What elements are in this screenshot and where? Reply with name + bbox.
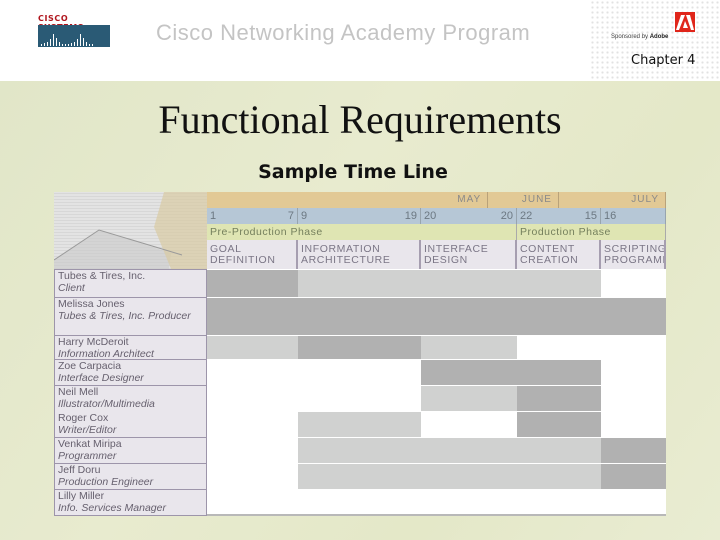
assignment-bar (421, 386, 517, 411)
person-role: Client (58, 281, 85, 294)
task-header: INFORMATION ARCHITECTURE (298, 240, 421, 269)
task-line-2: DEFINITION (210, 254, 276, 266)
person-name: Jeff Doru (58, 464, 101, 476)
person-name: Neil Mell (58, 386, 99, 398)
program-title: Cisco Networking Academy Program (156, 20, 531, 45)
person-role: Production Engineer (58, 475, 154, 488)
assignment-bar (298, 464, 601, 489)
person-role: Writer/Editor (58, 423, 117, 436)
month-header: JUNE (488, 192, 559, 208)
person-name: Roger Cox (58, 412, 109, 424)
task-line-2: DESIGN (424, 254, 468, 266)
task-header: INTERFACE DESIGN (421, 240, 517, 269)
slide-title: Functional Requirements (158, 97, 562, 142)
assignment-bar (517, 386, 601, 411)
person-row: Tubes & Tires, Inc. Client (55, 270, 206, 298)
month-header: JULY (559, 192, 666, 208)
person-role: Interface Designer (58, 371, 144, 384)
assignment-bar (207, 336, 298, 359)
date-range: 9 19 (298, 208, 421, 224)
assignment-bar (207, 270, 298, 297)
assignment-bar (601, 438, 666, 463)
task-header: CONTENT CREATION (517, 240, 601, 269)
person-name: Zoe Carpacia (58, 360, 122, 372)
person-row: Melissa Jones Tubes & Tires, Inc. Produce… (55, 298, 206, 336)
person-name: Melissa Jones (58, 298, 125, 310)
date-start: 20 (424, 210, 437, 222)
task-line-2: ARCHITECTURE (301, 254, 391, 266)
adobe-logo-icon (675, 12, 695, 32)
date-end: 15 (584, 210, 597, 222)
date-start: 22 (520, 210, 533, 222)
timeline-chart: MAY JUNE JULY 1 7 9 19 20 20 22 15 16 Pre-Production… (54, 192, 666, 516)
date-end: 20 (500, 210, 513, 222)
person-name: Venkat Miripa (58, 438, 122, 450)
person-row: Jeff Doru Production Engineer (55, 464, 206, 490)
phase-header: Production Phase (517, 224, 666, 240)
assignment-bar (298, 438, 601, 463)
assignment-bar (207, 298, 666, 335)
person-role: Programmer (58, 449, 117, 462)
sponsor-brand: Adobe (649, 34, 669, 40)
person-row: Roger Cox Writer/Editor (55, 412, 206, 438)
chapter-label: Chapter 4 (631, 53, 696, 68)
person-row: Lilly Miller Info. Services Manager (55, 490, 206, 516)
date-end: 19 (404, 210, 417, 222)
person-name: Tubes & Tires, Inc. (58, 270, 146, 282)
task-header: GOAL DEFINITION (207, 240, 298, 269)
person-row: Zoe Carpacia Interface Designer (55, 360, 206, 386)
date-range: 20 20 (421, 208, 517, 224)
sponsor-line: Sponsored by Adobe (611, 34, 668, 40)
assignment-bar (298, 270, 601, 297)
slide-subtitle: Sample Time Line (258, 161, 448, 183)
header-texture (590, 0, 720, 81)
month-header: MAY (207, 192, 489, 208)
task-line-2: CREATION (520, 254, 579, 266)
assignment-bar (421, 336, 517, 359)
assignment-bar (517, 412, 601, 437)
date-start: 9 (301, 210, 308, 222)
date-range: 16 (601, 208, 666, 224)
assignment-bar (601, 464, 666, 489)
date-range: 17 (207, 208, 298, 224)
date-start: 1 (210, 210, 217, 222)
sponsor-text: Sponsored by (611, 34, 649, 40)
task-header: SCRIPTINGPROGRAMMING (601, 240, 666, 269)
assignment-grid (207, 269, 666, 516)
task-line-2: PROGRAMMING (604, 254, 664, 266)
person-name: Harry McDeroit (58, 336, 129, 348)
cisco-logo: CISCO SYSTEMS (38, 14, 114, 48)
person-role: Tubes & Tires, Inc. Producer (58, 309, 191, 322)
person-row: Neil Mell Illustrator/Multimedia (55, 386, 206, 412)
person-row: Venkat Miripa Programmer (55, 438, 206, 464)
corner-graphic (54, 192, 207, 269)
people-column: Tubes & Tires, Inc. Client Melissa Jones Tu… (54, 269, 207, 516)
date-start: 16 (604, 210, 617, 222)
assignment-bar (298, 336, 421, 359)
assignment-bar (298, 412, 421, 437)
phase-header: Pre-Production Phase (207, 224, 517, 240)
person-role: Info. Services Manager (58, 501, 166, 514)
person-role: Information Architect (58, 347, 154, 360)
assignment-bar (421, 360, 601, 385)
date-end: 7 (287, 210, 294, 222)
cisco-bridge-icon (38, 25, 110, 47)
date-range: 22 15 (517, 208, 601, 224)
person-row: Harry McDeroit Information Architect (55, 336, 206, 360)
person-name: Lilly Miller (58, 490, 105, 502)
slide-header: CISCO SYSTEMS Cisco Networking Academy P… (0, 0, 720, 81)
person-role: Illustrator/Multimedia (58, 397, 155, 410)
